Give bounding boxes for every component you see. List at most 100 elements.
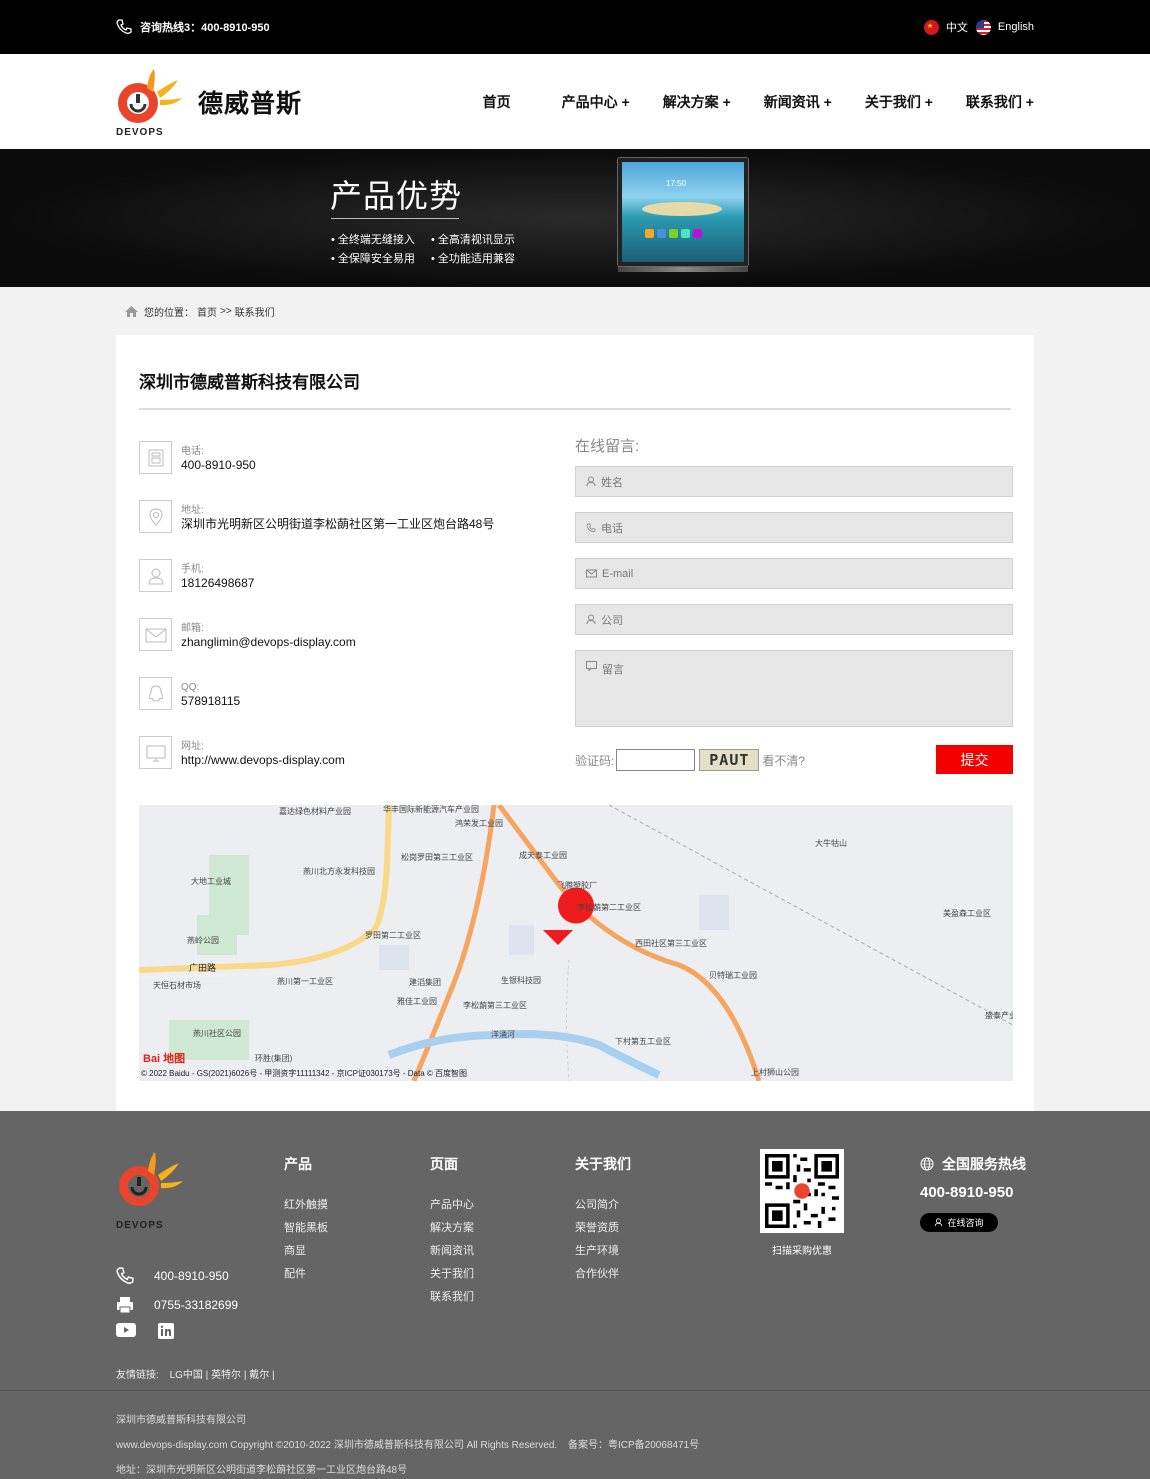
footer-col-title: 产品 [284, 1156, 312, 1172]
monitor-icon [139, 736, 172, 769]
friend-link[interactable]: 戴尔 [249, 1370, 269, 1381]
contact-list: 电话: 400-8910-950 地址: 深圳市光明新区公明街道李松蓢社区第一工业区… [139, 441, 539, 795]
lang-en[interactable]: English [975, 19, 1034, 35]
baidu-logo[interactable]: Bai 地图 [143, 1050, 185, 1066]
footer-link[interactable]: 合作伙伴 [575, 1265, 631, 1288]
name-placeholder: 姓名 [601, 476, 623, 489]
email-input[interactable]: E-mail [575, 558, 1013, 589]
map-label: 下村第五工业区 [615, 1037, 671, 1046]
phone-icon [586, 523, 596, 532]
map-label: 燕川北方永发科技园 [303, 867, 375, 876]
map-canvas [139, 805, 1013, 1081]
consult-label: 在线咨询 [947, 1218, 984, 1228]
banner-feature: 全功能适用兼容 [431, 250, 531, 266]
baidu-map[interactable]: 嘉达绿色材料产业园 华丰国际新能源汽车产业园 鸿荣发工业园 松岗罗田第三工业区 … [139, 805, 1013, 1081]
footer-link[interactable]: 解决方案 [430, 1219, 474, 1242]
linkedin-icon[interactable] [158, 1323, 174, 1339]
contact-label: 电话: [181, 446, 204, 457]
contact-qq: QQ: 578918115 [139, 677, 539, 736]
lang-cn-label: 中文 [945, 22, 968, 34]
map-label: 燕川第一工业区 [277, 977, 333, 986]
footer-link[interactable]: 产品中心 [430, 1196, 474, 1219]
footer-address: 地址：深圳市光明新区公明街道李松蓢社区第一工业区炮台路48号 [116, 1465, 408, 1476]
footer-link[interactable]: 生产环境 [575, 1242, 631, 1265]
breadcrumb-current[interactable]: 联系我们 [235, 304, 275, 319]
contact-value: 578918115 [181, 694, 241, 708]
map-label: 大牛牯山 [815, 839, 847, 848]
company-input[interactable]: 公司 [575, 604, 1013, 635]
friend-links-label: 友情链接: [116, 1370, 159, 1381]
nav-contact[interactable]: 联系我们 [966, 92, 1034, 112]
map-label: 美盈森工业区 [943, 909, 991, 918]
map-label: 燕岭公园 [187, 936, 219, 945]
captcha-refresh-link[interactable]: 看不清? [762, 752, 805, 769]
map-label: 建滔集团 [409, 978, 441, 987]
nav-products[interactable]: 产品中心 [562, 92, 630, 112]
map-label: 环胜(集团) [255, 1054, 293, 1063]
footer-link[interactable]: 智能黑板 [284, 1219, 328, 1242]
map-label: 盛泰产业 [985, 1011, 1013, 1020]
nav-news[interactable]: 新闻资讯 [764, 92, 832, 112]
map-label: 洋涌河 [491, 1030, 515, 1039]
footer-copyright: www.devops-display.com Copyright ©2010-2… [116, 1440, 558, 1451]
online-consult-button[interactable]: 在线咨询 [920, 1213, 998, 1232]
globe-icon [920, 1157, 934, 1171]
footer-link[interactable]: 关于我们 [430, 1265, 474, 1288]
footer-col-pages: 页面 产品中心 解决方案 新闻资讯 关于我们 联系我们 [430, 1154, 474, 1311]
lang-cn[interactable]: 中文 [923, 19, 968, 35]
footer: DEVOPS 400-8910-950 0755-33182699 产品 红外触… [0, 1111, 1150, 1479]
banner-features: 全终端无缝接入 全高清视讯显示 全保障安全易用 全功能适用兼容 [331, 231, 531, 266]
footer-link[interactable]: 配件 [284, 1265, 328, 1288]
contact-website: 网址: http://www.devops-display.com [139, 736, 539, 795]
footer-col-title: 页面 [430, 1156, 458, 1172]
footer-col-about: 关于我们 公司简介 荣誉资质 生产环境 合作伙伴 [575, 1154, 631, 1288]
footer-link[interactable]: 新闻资讯 [430, 1242, 474, 1265]
footer-logo-icon[interactable]: DEVOPS [116, 1149, 186, 1231]
footer-link[interactable]: 商显 [284, 1242, 328, 1265]
contact-value: 深圳市光明新区公明街道李松蓢社区第一工业区炮台路48号 [181, 517, 495, 531]
contact-value: 18126498687 [181, 576, 255, 590]
contact-label: QQ: [181, 682, 200, 693]
friend-link[interactable]: LG中国 [170, 1370, 203, 1381]
phone-input[interactable]: 电话 [575, 512, 1013, 543]
name-input[interactable]: 姓名 [575, 466, 1013, 497]
logo[interactable]: DEVOPS 德威普斯 [116, 66, 302, 138]
captcha-input[interactable] [616, 749, 696, 771]
tv-time: 17:50 [666, 179, 687, 188]
footer-link[interactable]: 联系我们 [430, 1288, 474, 1311]
friend-link[interactable]: 英特尔 [211, 1370, 241, 1381]
map-label: 雅佳工业园 [397, 997, 437, 1006]
footer-link[interactable]: 红外触摸 [284, 1196, 328, 1219]
qq-icon [139, 677, 172, 710]
footer-link[interactable]: 荣誉资质 [575, 1219, 631, 1242]
footer-link[interactable]: 公司简介 [575, 1196, 631, 1219]
contact-label: 地址: [181, 505, 204, 516]
map-label: 大地工业城 [191, 877, 231, 886]
youtube-icon[interactable] [116, 1323, 136, 1337]
mail-icon [586, 569, 597, 578]
breadcrumb-home[interactable]: 首页 [197, 304, 217, 319]
nav-about[interactable]: 关于我们 [865, 92, 933, 112]
nav-home[interactable]: 首页 [483, 92, 511, 112]
form-title: 在线留言: [575, 438, 640, 455]
map-label: 燕川社区公园 [193, 1029, 241, 1038]
map-label: 罗田第二工业区 [365, 931, 421, 940]
user-icon [586, 614, 596, 625]
footer-icp[interactable]: 备案号：粤ICP备20068471号 [568, 1440, 699, 1451]
nav-solutions[interactable]: 解决方案 [663, 92, 731, 112]
contact-value: 400-8910-950 [181, 458, 256, 472]
submit-button[interactable]: 提交 [936, 745, 1013, 774]
message-textarea[interactable]: 留言 [575, 650, 1013, 727]
fax-icon [117, 1296, 133, 1313]
phone-icon [116, 1266, 134, 1284]
map-label: 成天泰工业园 [519, 851, 567, 860]
phone-icon [139, 441, 172, 474]
mail-icon [139, 618, 172, 651]
hotline-text: 咨询热线3：400-8910-950 [140, 22, 270, 34]
captcha-image[interactable]: PAUT [699, 749, 760, 771]
banner-title: 产品优势 [330, 177, 463, 215]
website-link[interactable]: http://www.devops-display.com [181, 753, 345, 767]
message-placeholder: 留言 [602, 664, 624, 676]
contact-phone: 电话: 400-8910-950 [139, 441, 539, 500]
captcha-row: 验证码: PAUT 看不清? 提交 [575, 745, 1013, 775]
